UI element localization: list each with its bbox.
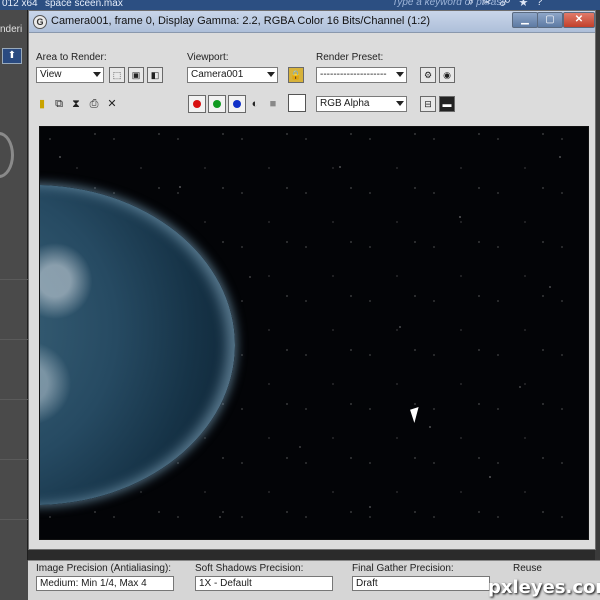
image-precision-field[interactable]: Medium: Min 1/4, Max 4: [36, 576, 174, 591]
red-channel-toggle[interactable]: [188, 95, 206, 113]
render-view[interactable]: [39, 126, 589, 540]
app-version: 012 x64: [2, 0, 38, 9]
alpha-channel-icon[interactable]: ◐: [248, 97, 262, 111]
binoculars-icon[interactable]: ⌕: [468, 0, 474, 10]
render-preset-dropdown[interactable]: --------------------: [316, 67, 407, 83]
monochrome-icon[interactable]: ■: [266, 97, 280, 111]
render-setup-button[interactable]: ⚙: [420, 67, 436, 83]
viewport-label: Viewport:: [187, 52, 229, 63]
viewport-value: Camera001: [191, 69, 244, 80]
toggle-ui-overlay-button[interactable]: ⊟: [420, 96, 436, 112]
final-gather-field[interactable]: Draft: [352, 576, 490, 591]
close-button[interactable]: ✕: [563, 12, 595, 28]
toggle-ui-button[interactable]: ▬: [439, 96, 455, 112]
display-channel-value: RGB Alpha: [320, 98, 370, 109]
viewport-grid: [0, 220, 28, 570]
window-app-icon: G: [33, 15, 47, 29]
minimize-button[interactable]: ▁: [512, 12, 538, 28]
environment-effects-button[interactable]: ◉: [439, 67, 455, 83]
chevron-down-icon: [267, 72, 275, 77]
green-channel-icon: [213, 100, 221, 108]
area-to-render-dropdown[interactable]: View: [36, 67, 104, 83]
render-preset-value: --------------------: [320, 69, 387, 80]
image-precision-label: Image Precision (Antialiasing):: [36, 563, 172, 574]
viewport-dropdown[interactable]: Camera001: [187, 67, 278, 83]
network-icon[interactable]: ☍: [499, 0, 510, 10]
render-region-button[interactable]: ◧: [147, 67, 163, 83]
rendered-frame-window: G Camera001, frame 0, Display Gamma: 2.2…: [28, 10, 596, 550]
final-gather-label: Final Gather Precision:: [352, 563, 454, 574]
window-titlebar[interactable]: G Camera001, frame 0, Display Gamma: 2.2…: [29, 11, 595, 33]
reuse-label: Reuse: [513, 563, 542, 574]
chevron-down-icon: [93, 72, 101, 77]
render-tab-label: nderi: [0, 24, 23, 35]
star-icon[interactable]: ★: [519, 0, 529, 10]
window-title: Camera001, frame 0, Display Gamma: 2.2, …: [51, 15, 431, 27]
app-left-toolbar: nderi ⬆: [0, 10, 28, 570]
red-channel-icon: [193, 100, 201, 108]
edit-region-button[interactable]: ⬚: [109, 67, 125, 83]
display-channel-dropdown[interactable]: RGB Alpha: [316, 96, 407, 112]
chevron-down-icon: [396, 101, 404, 106]
area-to-render-label: Area to Render:: [36, 52, 107, 63]
upload-icon[interactable]: ⬆: [2, 48, 22, 64]
blue-channel-toggle[interactable]: [228, 95, 246, 113]
clear-icon[interactable]: ✕: [105, 97, 119, 111]
tools-icon[interactable]: ✂: [482, 0, 491, 10]
app-titlebar: 012 x64 space sceen.max Type a keyword o…: [0, 0, 600, 10]
maximize-button[interactable]: ▢: [537, 12, 563, 28]
viewcube-ring-icon: [0, 132, 14, 178]
app-file-name: space sceen.max: [45, 0, 123, 9]
blue-channel-icon: [233, 100, 241, 108]
soft-shadows-field[interactable]: 1X - Default: [195, 576, 333, 591]
watermark-text: pxleyes.com: [488, 577, 600, 598]
color-swatch[interactable]: [288, 94, 306, 112]
area-to-render-value: View: [40, 69, 62, 80]
chevron-down-icon: [396, 72, 404, 77]
clone-window-icon[interactable]: ⧗: [69, 97, 83, 111]
print-icon[interactable]: ⎙: [87, 97, 101, 111]
auto-region-button[interactable]: ▣: [128, 67, 144, 83]
app-bottom-left: [0, 560, 28, 600]
app-top-icons: ⌕ ✂ ☍ ★ ?: [468, 0, 600, 10]
soft-shadows-label: Soft Shadows Precision:: [195, 563, 304, 574]
copy-image-icon[interactable]: ⧉: [52, 97, 66, 111]
render-preset-label: Render Preset:: [316, 52, 384, 63]
help-icon[interactable]: ?: [536, 0, 542, 10]
green-channel-toggle[interactable]: [208, 95, 226, 113]
save-image-icon[interactable]: ▮: [35, 97, 49, 111]
lock-viewport-button[interactable]: 🔒: [288, 67, 304, 83]
